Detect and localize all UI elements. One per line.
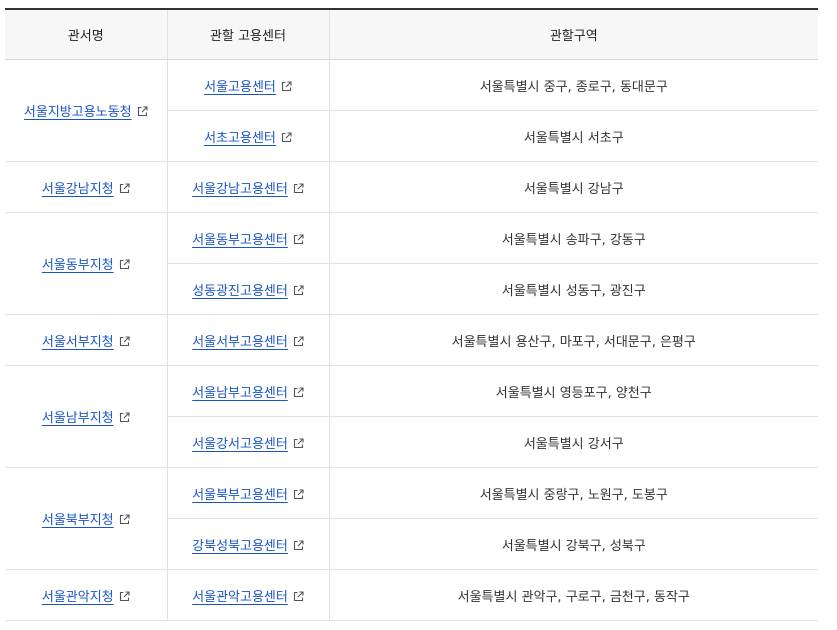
external-link-icon (119, 335, 130, 347)
header-area: 관할구역 (328, 8, 818, 60)
table-row: 서울남부지청 서울남부고용센터 서울특별시 영등포구, 양천구 (5, 365, 818, 468)
external-link-icon (293, 590, 304, 602)
center-label: 서울서부고용센터 (192, 334, 288, 350)
center-cell: 성동광진고용센터 (166, 263, 329, 315)
office-label: 서울관악지청 (41, 589, 114, 605)
area-cell: 서울특별시 용산구, 마포구, 서대문구, 은평구 (328, 314, 818, 366)
office-link[interactable]: 서울강남지청 (42, 182, 130, 197)
center-cell: 서울북부고용센터 (166, 467, 329, 519)
external-link-icon (119, 412, 130, 423)
table-row: 서울서부지청 서울서부고용센터 서울특별시 용산구, 마포구, 서대문구, 은평구 (5, 314, 818, 366)
office-label: 서울서부지청 (41, 334, 114, 350)
center-label: 서초고용센터 (204, 130, 276, 146)
office-label: 서울동부지청 (41, 258, 114, 273)
office-link[interactable]: 서울남부지청 (42, 411, 130, 426)
center-cell: 서초고용센터 (166, 110, 329, 162)
area-cell: 서울특별시 강남구 (328, 161, 818, 213)
area-cell: 서울특별시 강북구, 성북구 (328, 518, 818, 570)
area-cell: 서울특별시 서초구 (328, 110, 818, 162)
header-center: 관할 고용센터 (166, 8, 329, 60)
office-link[interactable]: 서울관악지청 (42, 590, 130, 605)
office-label: 서울북부지청 (41, 513, 114, 528)
table-row: 서울동부지청 서울동부고용센터 서울특별시 송파구, 강동구 (5, 212, 818, 315)
table-row: 서울북부지청 서울북부고용센터 서울특별시 중랑구, 노원구, 도봉구 (5, 467, 818, 570)
area-cell: 서울특별시 중랑구, 노원구, 도봉구 (328, 467, 818, 519)
center-label: 성동광진고용센터 (192, 283, 288, 299)
office-cell: 서울지방고용노동청 (5, 59, 167, 162)
center-link[interactable]: 서울북부고용센터 (192, 488, 304, 503)
center-link[interactable]: 강북성북고용센터 (192, 539, 304, 554)
center-cell: 서울동부고용센터 (166, 212, 329, 264)
center-label: 강북성북고용센터 (192, 538, 288, 554)
header-office: 관서명 (5, 8, 167, 60)
external-link-icon (137, 106, 148, 117)
external-link-icon (293, 539, 304, 551)
center-label: 서울고용센터 (204, 79, 276, 95)
center-link[interactable]: 성동광진고용센터 (192, 284, 304, 299)
center-label: 서울동부고용센터 (192, 232, 288, 248)
external-link-icon (119, 182, 130, 194)
center-cell: 서울강남고용센터 (166, 161, 329, 213)
external-link-icon (293, 488, 304, 500)
table-row: 서울관악지청 서울관악고용센터 서울특별시 관악구, 구로구, 금천구, 동작구 (5, 569, 818, 621)
table-header-row: 관서명 관할 고용센터 관할구역 (5, 8, 818, 60)
external-link-icon (293, 284, 304, 296)
center-cell: 서울남부고용센터 (166, 365, 329, 417)
center-label: 서울강서고용센터 (192, 436, 288, 452)
external-link-icon (293, 437, 304, 449)
office-label: 서울강남지청 (41, 181, 114, 197)
office-cell: 서울북부지청 (5, 467, 167, 570)
center-link[interactable]: 서울강남고용센터 (192, 182, 304, 197)
office-cell: 서울남부지청 (5, 365, 167, 468)
office-cell: 서울관악지청 (5, 569, 167, 621)
office-link[interactable]: 서울동부지청 (42, 258, 130, 273)
center-link[interactable]: 서울관악고용센터 (192, 590, 304, 605)
center-link[interactable]: 서울고용센터 (204, 80, 292, 95)
external-link-icon (281, 80, 292, 92)
center-label: 서울관악고용센터 (192, 589, 288, 605)
table-row: 서울강남지청 서울강남고용센터 서울특별시 강남구 (5, 161, 818, 213)
center-label: 서울강남고용센터 (192, 181, 288, 197)
center-link[interactable]: 서울강서고용센터 (192, 437, 304, 452)
center-link[interactable]: 서울남부고용센터 (192, 386, 304, 401)
area-cell: 서울특별시 강서구 (328, 416, 818, 468)
external-link-icon (119, 590, 130, 602)
external-link-icon (119, 259, 130, 270)
office-cell: 서울강남지청 (5, 161, 167, 213)
area-cell: 서울특별시 관악구, 구로구, 금천구, 동작구 (328, 569, 818, 621)
office-cell: 서울동부지청 (5, 212, 167, 315)
center-cell: 서울관악고용센터 (166, 569, 329, 621)
center-label: 서울북부고용센터 (192, 487, 288, 503)
external-link-icon (119, 514, 130, 525)
center-link[interactable]: 서울동부고용센터 (192, 233, 304, 248)
office-cell: 서울서부지청 (5, 314, 167, 366)
area-cell: 서울특별시 성동구, 광진구 (328, 263, 818, 315)
external-link-icon (293, 335, 304, 347)
office-label: 서울지방고용노동청 (23, 105, 132, 120)
office-link[interactable]: 서울서부지청 (42, 335, 130, 350)
center-cell: 강북성북고용센터 (166, 518, 329, 570)
center-label: 서울남부고용센터 (192, 385, 288, 401)
area-cell: 서울특별시 중구, 종로구, 동대문구 (328, 59, 818, 111)
office-link[interactable]: 서울북부지청 (42, 513, 130, 528)
external-link-icon (293, 233, 304, 245)
table-row: 서울지방고용노동청 서울고용센터 서울특별시 중구, 종로구, 동대문구 (5, 59, 818, 162)
jurisdiction-table: 관서명 관할 고용센터 관할구역 서울지방고용노동청 서울고용센터 서울특별시 중구… (5, 8, 818, 621)
office-link[interactable]: 서울지방고용노동청 (24, 105, 148, 120)
external-link-icon (281, 131, 292, 143)
center-cell: 서울강서고용센터 (166, 416, 329, 468)
center-link[interactable]: 서초고용센터 (204, 131, 292, 146)
area-cell: 서울특별시 영등포구, 양천구 (328, 365, 818, 417)
center-link[interactable]: 서울서부고용센터 (192, 335, 304, 350)
center-cell: 서울고용센터 (166, 59, 329, 111)
office-label: 서울남부지청 (41, 411, 114, 426)
jurisdiction-table-container: 관서명 관할 고용센터 관할구역 서울지방고용노동청 서울고용센터 서울특별시 중구… (5, 8, 818, 621)
external-link-icon (293, 182, 304, 194)
center-cell: 서울서부고용센터 (166, 314, 329, 366)
area-cell: 서울특별시 송파구, 강동구 (328, 212, 818, 264)
external-link-icon (293, 386, 304, 398)
